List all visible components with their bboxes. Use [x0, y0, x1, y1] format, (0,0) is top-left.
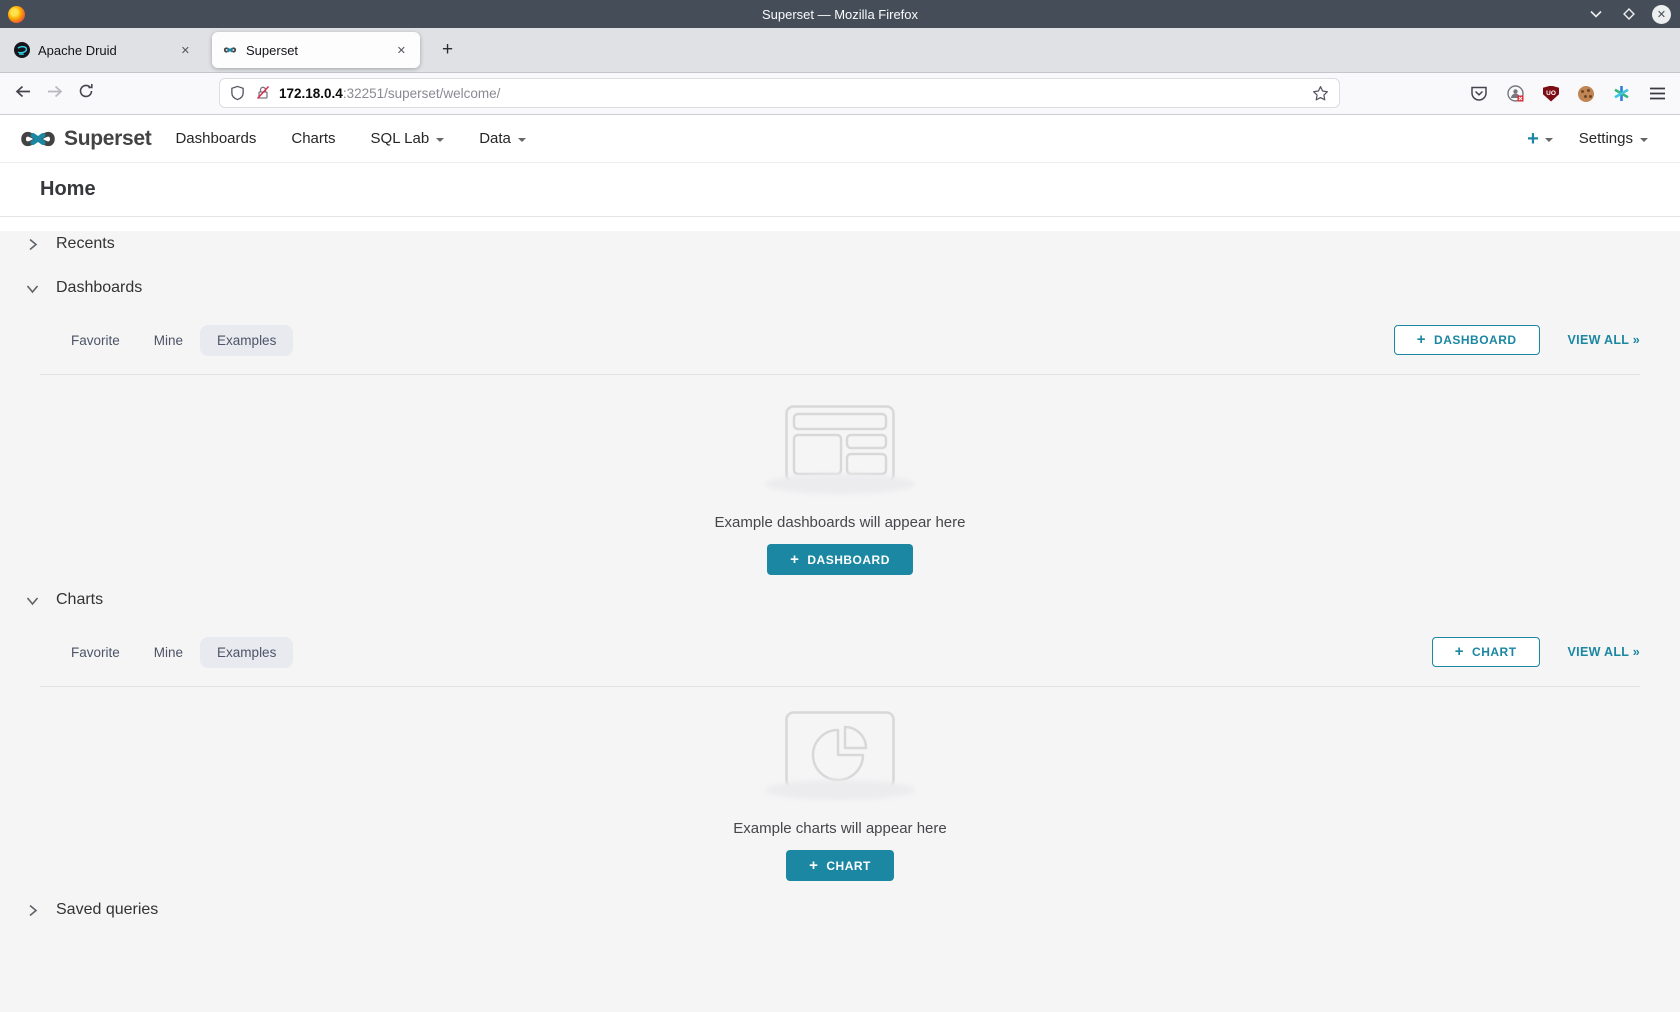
dashboards-subheader: Favorite Mine Examples + DASHBOARD VIEW … — [40, 319, 1640, 361]
dashboards-filter-tabs: Favorite Mine Examples — [54, 325, 293, 356]
insecure-lock-icon[interactable] — [255, 85, 271, 101]
url-host: 172.18.0.4 — [279, 86, 343, 101]
new-item-menu[interactable]: + — [1527, 129, 1553, 149]
cookie-extension-icon[interactable] — [1578, 86, 1594, 102]
reload-button[interactable] — [78, 83, 94, 104]
settings-menu[interactable]: Settings — [1579, 130, 1648, 147]
dashboards-view-all-link[interactable]: VIEW ALL » — [1568, 333, 1640, 347]
section-saved-queries-header[interactable]: Saved queries — [40, 897, 1640, 923]
tab-superset[interactable]: Superset ✕ — [212, 32, 420, 68]
dashboards-empty-state: Example dashboards will appear here + DA… — [40, 375, 1640, 575]
chevron-right-icon — [26, 238, 56, 251]
tracking-protection-shield-icon[interactable] — [230, 85, 245, 101]
superset-favicon-icon — [222, 42, 238, 58]
url-text[interactable]: 172.18.0.4:32251/superset/welcome/ — [279, 86, 500, 101]
window-title: Superset — Mozilla Firefox — [0, 7, 1680, 22]
page-header: Home — [0, 163, 1680, 217]
page-title: Home — [40, 178, 96, 201]
superset-navbar: Superset Dashboards Charts SQL Lab Data … — [0, 115, 1680, 163]
new-chart-button-filled[interactable]: + CHART — [786, 850, 894, 881]
nav-item-dashboards[interactable]: Dashboards — [175, 126, 256, 151]
section-label: Dashboards — [56, 279, 142, 297]
tab-examples[interactable]: Examples — [200, 325, 293, 356]
tab-mine[interactable]: Mine — [137, 637, 200, 668]
caret-down-icon — [518, 138, 526, 142]
chevron-down-icon — [26, 594, 56, 607]
empty-dashboard-icon — [785, 405, 895, 483]
chevron-right-icon — [26, 904, 56, 917]
plus-icon: + — [1527, 129, 1539, 149]
tab-favorite[interactable]: Favorite — [54, 325, 137, 356]
caret-down-icon — [436, 138, 444, 142]
new-chart-button-outline[interactable]: + CHART — [1432, 637, 1540, 667]
tab-favorite[interactable]: Favorite — [54, 637, 137, 668]
section-dashboards-header[interactable]: Dashboards — [40, 275, 1640, 301]
bookmark-star-icon[interactable] — [1312, 85, 1329, 102]
superset-brand[interactable]: Superset — [16, 127, 151, 151]
charts-filter-tabs: Favorite Mine Examples — [54, 637, 293, 668]
ublock-origin-icon[interactable]: UO — [1543, 86, 1559, 102]
icon-shadow — [765, 474, 915, 494]
charts-empty-state: Example charts will appear here + CHART — [40, 687, 1640, 881]
browser-tab-strip: Apache Druid ✕ Superset ✕ + — [0, 28, 1680, 73]
empty-chart-icon — [785, 711, 895, 789]
charts-subheader: Favorite Mine Examples + CHART VIEW ALL … — [40, 631, 1640, 673]
tab-title: Apache Druid — [38, 43, 117, 58]
tab-mine[interactable]: Mine — [137, 325, 200, 356]
caret-down-icon — [1545, 138, 1553, 142]
url-path: :32251/superset/welcome/ — [343, 86, 501, 101]
plus-icon: + — [809, 858, 818, 873]
apache-druid-favicon-icon — [14, 42, 30, 58]
home-content: Recents Dashboards Favorite Mine Example… — [0, 231, 1680, 1012]
superset-logo-icon — [16, 127, 60, 151]
chevron-down-icon — [26, 282, 56, 295]
charts-empty-text: Example charts will appear here — [733, 820, 946, 837]
plus-icon: + — [790, 552, 799, 567]
tab-close-icon[interactable]: ✕ — [177, 42, 194, 59]
nav-item-charts[interactable]: Charts — [291, 126, 335, 151]
new-dashboard-button-outline[interactable]: + DASHBOARD — [1394, 325, 1540, 355]
plus-icon: + — [1455, 644, 1464, 659]
url-bar[interactable]: 172.18.0.4:32251/superset/welcome/ — [219, 78, 1340, 108]
section-label: Recents — [56, 235, 115, 253]
extension-icon[interactable] — [1507, 85, 1524, 102]
dashboards-empty-text: Example dashboards will appear here — [715, 514, 966, 531]
section-recents-header[interactable]: Recents — [40, 231, 1640, 257]
section-charts-header[interactable]: Charts — [40, 587, 1640, 613]
back-button[interactable] — [14, 84, 32, 104]
new-dashboard-button-filled[interactable]: + DASHBOARD — [767, 544, 913, 575]
browser-toolbar: 172.18.0.4:32251/superset/welcome/ UO — [0, 73, 1680, 115]
tab-apache-druid[interactable]: Apache Druid ✕ — [4, 32, 204, 68]
plus-icon: + — [1417, 332, 1426, 347]
tab-examples[interactable]: Examples — [200, 637, 293, 668]
section-label: Saved queries — [56, 901, 158, 919]
nav-item-sql-lab[interactable]: SQL Lab — [371, 126, 445, 151]
section-label: Charts — [56, 591, 103, 609]
forward-button[interactable] — [46, 84, 64, 104]
pocket-icon[interactable] — [1470, 85, 1488, 102]
tab-title: Superset — [246, 43, 298, 58]
window-titlebar: Superset — Mozilla Firefox ✕ — [0, 0, 1680, 28]
icon-shadow — [765, 780, 915, 800]
nav-item-data[interactable]: Data — [479, 126, 526, 151]
brand-wordmark: Superset — [64, 127, 151, 151]
charts-view-all-link[interactable]: VIEW ALL » — [1568, 645, 1640, 659]
asterisk-extension-icon[interactable] — [1613, 85, 1630, 102]
caret-down-icon — [1640, 138, 1648, 142]
hamburger-menu-icon[interactable] — [1649, 87, 1666, 100]
tab-close-icon[interactable]: ✕ — [393, 42, 410, 59]
new-tab-button[interactable]: + — [434, 39, 461, 61]
